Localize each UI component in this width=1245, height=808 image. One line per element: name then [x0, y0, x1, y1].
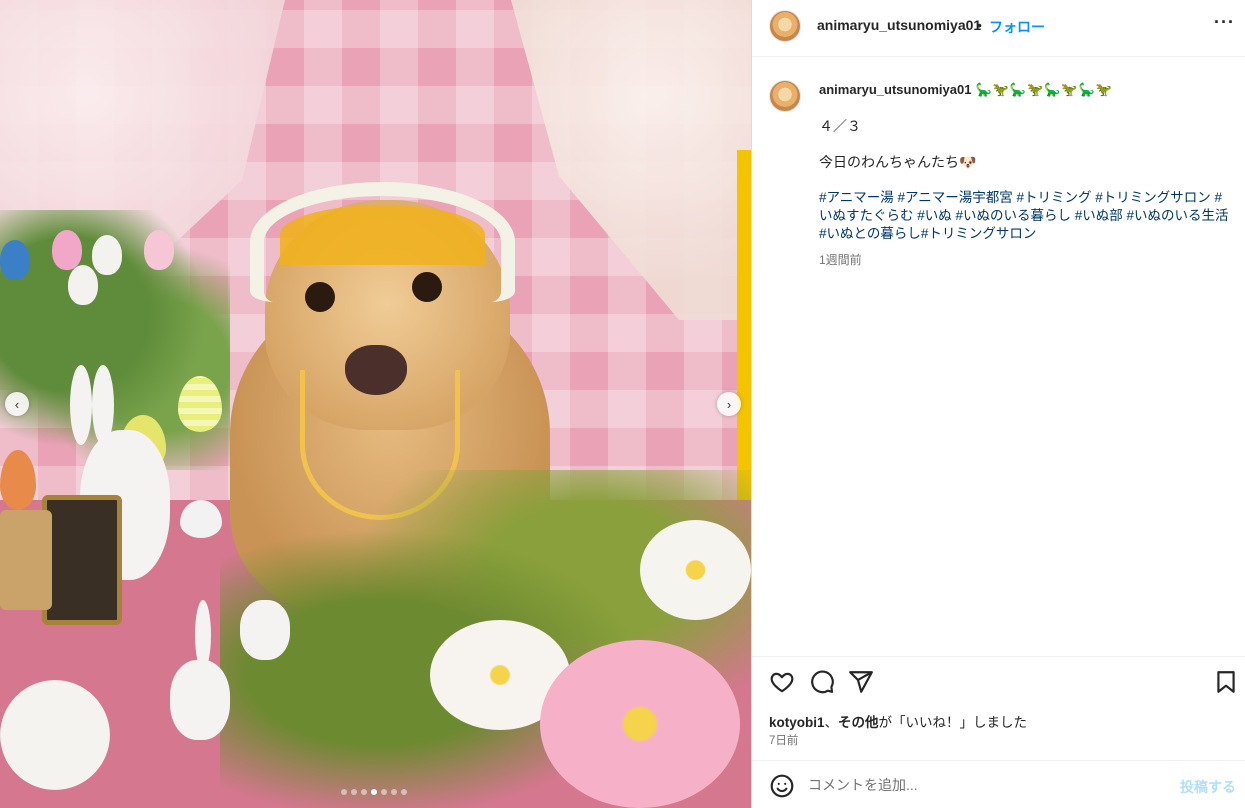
carousel-dot [361, 789, 367, 795]
post-panel: animaryu_utsunomiya01 • フォロー ··· animary… [751, 0, 1245, 808]
liker-username[interactable]: kotyobi1 [769, 715, 825, 730]
bunny-ear [92, 365, 114, 445]
carousel-dot [391, 789, 397, 795]
caption-time-ago[interactable]: 1週間前 [819, 251, 1231, 269]
tulip-white-2 [68, 265, 98, 305]
post-image[interactable]: ‹ › [0, 0, 751, 808]
likes-summary: kotyobi1、その他が「いいね！」しました [769, 711, 1027, 731]
dinosaur-emojis: 🦕🦖🦕🦖🦕🦖🦕🦖 [975, 82, 1113, 97]
comment-input[interactable] [808, 774, 1148, 796]
author-username[interactable]: animaryu_utsunomiya01 [817, 17, 981, 33]
caption-line-text: 今日のわんちゃんたち🐶 [819, 154, 977, 170]
carousel-dot [351, 789, 357, 795]
emoji-button[interactable] [769, 773, 795, 799]
smiley-icon [770, 774, 794, 798]
yellow-decoration [737, 150, 751, 500]
carousel-indicator [341, 789, 407, 795]
send-icon [849, 671, 873, 693]
carousel-next-button[interactable]: › [717, 392, 741, 416]
caption-username[interactable]: animaryu_utsunomiya01 [819, 82, 971, 97]
carousel-dot [401, 789, 407, 795]
lantern [42, 495, 122, 625]
author-avatar[interactable] [769, 10, 801, 42]
daisy-pink [540, 640, 740, 808]
likes-comma: 、 [824, 715, 839, 730]
post-comment-button[interactable]: 投稿する [1180, 777, 1236, 797]
small-bunny-2 [240, 600, 290, 660]
bunny-ear [70, 365, 92, 445]
likes-others-link[interactable]: その他 [838, 715, 879, 730]
post-caption: animaryu_utsunomiya01 🦕🦖🦕🦖🦕🦖🦕🦖 ４／３ 今日のわんち… [819, 80, 1231, 269]
dog-eye-left [305, 282, 335, 312]
more-horizontal-icon: ··· [1214, 12, 1235, 32]
dog-eye-right [412, 272, 442, 302]
heart-icon [770, 672, 794, 693]
tulip-pink-2 [144, 230, 174, 270]
more-options-button[interactable]: ··· [1214, 12, 1234, 36]
lace-curtain-right [511, 0, 751, 320]
post-date[interactable]: 7日前 [769, 732, 798, 748]
basket [0, 510, 52, 610]
action-bar [752, 656, 1245, 706]
carousel-dot [371, 789, 377, 795]
share-button[interactable] [848, 669, 874, 695]
bookmark-icon [1217, 671, 1235, 693]
header-separator: • [977, 17, 982, 33]
comment-bar: 投稿する [752, 760, 1245, 808]
tulip-blue [0, 240, 30, 280]
like-button[interactable] [769, 669, 795, 695]
carousel-prev-button[interactable]: ‹ [5, 392, 29, 416]
small-bunny [170, 660, 230, 740]
chevron-left-icon: ‹ [14, 396, 20, 412]
comment-icon [811, 670, 834, 694]
crochet-bonnet [250, 182, 515, 302]
easter-egg-white [180, 500, 222, 538]
caption-line-date: ４／３ [819, 118, 861, 134]
daisy-white-2 [640, 520, 751, 620]
carousel-dot [341, 789, 347, 795]
carousel-dot [381, 789, 387, 795]
save-button[interactable] [1213, 669, 1239, 695]
post-header: animaryu_utsunomiya01 • フォロー ··· [752, 0, 1245, 57]
cotton-ball [0, 680, 110, 790]
chevron-right-icon: › [726, 396, 732, 412]
likes-text: が「いいね！」しました [878, 715, 1028, 730]
tulip-white [92, 235, 122, 275]
caption-avatar[interactable] [769, 80, 801, 112]
small-bunny-ear [195, 600, 211, 670]
comment-button[interactable] [809, 669, 835, 695]
caption-hashtags[interactable]: #アニマー湯 #アニマー湯宇都宮 #トリミング #トリミングサロン #いぬすたぐ… [819, 189, 1231, 243]
follow-button[interactable]: フォロー [989, 17, 1045, 37]
tulip-pink [52, 230, 82, 270]
